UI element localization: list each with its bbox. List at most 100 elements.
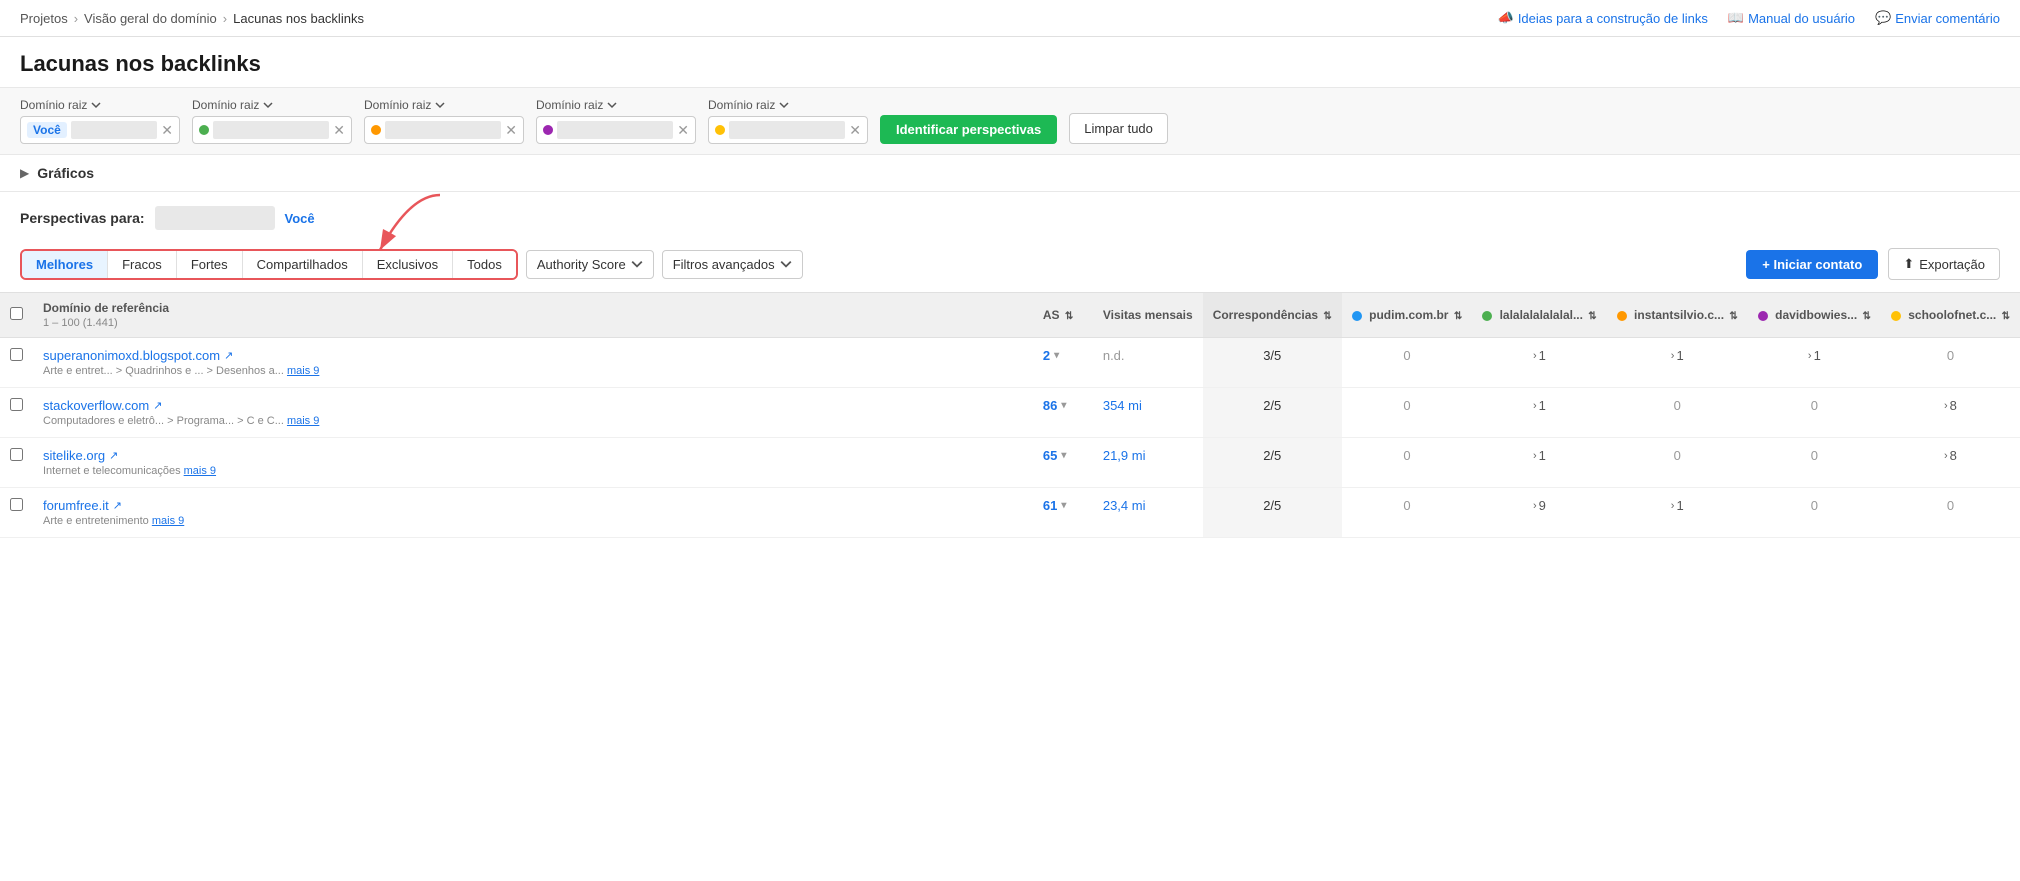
mais-link-2[interactable]: mais 9 (184, 465, 216, 477)
tab-compartilhados[interactable]: Compartilhados (243, 251, 363, 278)
sort-icon-davidbowies: ⇅ (1863, 311, 1871, 322)
mais-link-1[interactable]: mais 9 (287, 415, 319, 427)
domain-text-1[interactable] (71, 121, 157, 139)
table-row: stackoverflow.com ↗ Computadores e eletr… (0, 388, 2020, 438)
pudim-val-0: 0 (1403, 348, 1410, 363)
domain-clear-1[interactable]: ✕ (161, 123, 173, 137)
domain-label-4[interactable]: Domínio raiz (536, 98, 696, 112)
as-arrow-0: ▾ (1054, 350, 1059, 361)
authority-score-dropdown[interactable]: Authority Score (526, 250, 654, 279)
exportacao-button[interactable]: ⬆ Exportação (1888, 248, 2000, 280)
pudim-val-3: 0 (1403, 498, 1410, 513)
domain-group-4: Domínio raiz ✕ (536, 98, 696, 144)
row-checkbox-0[interactable] (10, 348, 23, 361)
tab-melhores[interactable]: Melhores (22, 251, 108, 278)
comentario-link[interactable]: 💬 Enviar comentário (1875, 10, 2000, 26)
breadcrumb-visao-geral[interactable]: Visão geral do domínio (84, 11, 217, 26)
mais-link-0[interactable]: mais 9 (287, 365, 319, 377)
domain-label-1[interactable]: Domínio raiz (20, 98, 180, 112)
tab-fracos[interactable]: Fracos (108, 251, 177, 278)
sort-icon-as: ⇅ (1065, 311, 1073, 322)
dot-green (199, 125, 209, 135)
th-pudim[interactable]: pudim.com.br ⇅ (1342, 293, 1472, 338)
chevron-down-icon-4 (607, 100, 617, 110)
domain-row: Domínio raiz Você ✕ Domínio raiz ✕ Domín… (0, 87, 2020, 155)
schoolofnet-val-0: 0 (1947, 348, 1954, 363)
dot-orange (371, 125, 381, 135)
tab-exclusivos[interactable]: Exclusivos (363, 251, 453, 278)
corr-value-3: 2/5 (1263, 498, 1281, 513)
perspectivas-domain (155, 206, 275, 230)
th-instantsilvio[interactable]: instantsilvio.c... ⇅ (1607, 293, 1748, 338)
domain-link-0[interactable]: superanonimoxd.blogspot.com ↗ (43, 348, 1023, 363)
mais-link-3[interactable]: mais 9 (152, 515, 184, 527)
identify-button[interactable]: Identificar perspectivas (880, 115, 1057, 144)
schoolofnet-val-1: › 8 (1891, 398, 2010, 413)
domain-text-4[interactable] (557, 121, 673, 139)
domain-label-3[interactable]: Domínio raiz (364, 98, 524, 112)
clear-all-button[interactable]: Limpar tudo (1069, 113, 1168, 144)
domain-input-wrap-3: ✕ (364, 116, 524, 144)
th-visits[interactable]: Visitas mensais (1093, 293, 1203, 338)
domain-label-2[interactable]: Domínio raiz (192, 98, 352, 112)
table-body: superanonimoxd.blogspot.com ↗ Arte e ent… (0, 338, 2020, 538)
domain-link-3[interactable]: forumfree.it ↗ (43, 498, 1023, 513)
domain-clear-3[interactable]: ✕ (505, 123, 517, 137)
sort-icon-instantsilvio: ⇅ (1729, 311, 1737, 322)
table-row: forumfree.it ↗ Arte e entretenimento mai… (0, 488, 2020, 538)
domain-cat-2: Internet e telecomunicações mais 9 (43, 465, 1023, 477)
graficos-label: Gráficos (37, 165, 94, 181)
sort-icon-schoolofnet: ⇅ (2002, 311, 2010, 322)
domain-clear-2[interactable]: ✕ (333, 123, 345, 137)
th-davidbowies[interactable]: davidbowies... ⇅ (1748, 293, 1881, 338)
tab-todos[interactable]: Todos (453, 251, 516, 278)
domain-clear-5[interactable]: ✕ (849, 123, 861, 137)
chevron-down-icon-as (631, 258, 643, 270)
th-as[interactable]: AS ⇅ (1033, 293, 1093, 338)
domain-link-1[interactable]: stackoverflow.com ↗ (43, 398, 1023, 413)
th-correspondencias[interactable]: Correspondências ⇅ (1203, 293, 1342, 338)
tab-group: Melhores Fracos Fortes Compartilhados Ex… (20, 249, 518, 280)
pudim-val-1: 0 (1403, 398, 1410, 413)
davidbowies-val-3: 0 (1811, 498, 1818, 513)
page-title: Lacunas nos backlinks (20, 51, 2000, 77)
graficos-arrow: ▶ (20, 166, 29, 180)
domain-input-wrap-1: Você ✕ (20, 116, 180, 144)
top-nav: Projetos › Visão geral do domínio › Lacu… (0, 0, 2020, 37)
comment-icon: 💬 (1875, 10, 1891, 26)
th-schoolofnet[interactable]: schoolofnet.c... ⇅ (1881, 293, 2020, 338)
domain-group-5: Domínio raiz ✕ (708, 98, 868, 144)
filter-left: Melhores Fracos Fortes Compartilhados Ex… (20, 249, 803, 280)
row-checkbox-1[interactable] (10, 398, 23, 411)
schoolofnet-val-2: › 8 (1891, 448, 2010, 463)
row-checkbox-2[interactable] (10, 448, 23, 461)
tab-fortes[interactable]: Fortes (177, 251, 243, 278)
filter-right: + Iniciar contato ⬆ Exportação (1746, 248, 2000, 280)
domain-link-2[interactable]: sitelike.org ↗ (43, 448, 1023, 463)
breadcrumb: Projetos › Visão geral do domínio › Lacu… (20, 11, 364, 26)
sort-icon-lalalala: ⇅ (1588, 311, 1596, 322)
top-actions: 📣 Ideias para a construção de links 📖 Ma… (1498, 10, 2000, 26)
domain-text-5[interactable] (729, 121, 845, 139)
manual-link[interactable]: 📖 Manual do usuário (1728, 10, 1855, 26)
ideias-link[interactable]: 📣 Ideias para a construção de links (1498, 10, 1708, 26)
graficos-bar[interactable]: ▶ Gráficos (0, 155, 2020, 192)
external-link-icon-1: ↗ (153, 399, 162, 412)
filtros-avancados-dropdown[interactable]: Filtros avançados (662, 250, 803, 279)
domain-text-2[interactable] (213, 121, 329, 139)
table-wrap: Domínio de referência 1 – 100 (1.441) AS… (0, 292, 2020, 538)
page-title-section: Lacunas nos backlinks (0, 37, 2020, 87)
breadcrumb-projetos[interactable]: Projetos (20, 11, 68, 26)
table-row: superanonimoxd.blogspot.com ↗ Arte e ent… (0, 338, 2020, 388)
domain-text-3[interactable] (385, 121, 501, 139)
lalalala-val-1: › 1 (1482, 398, 1596, 413)
th-lalalala[interactable]: lalalalalalalal... ⇅ (1472, 293, 1606, 338)
row-checkbox-3[interactable] (10, 498, 23, 511)
domain-label-5[interactable]: Domínio raiz (708, 98, 868, 112)
domain-clear-4[interactable]: ✕ (677, 123, 689, 137)
perspectivas-row: Perspectivas para: Você (0, 192, 2020, 240)
iniciar-contato-button[interactable]: + Iniciar contato (1746, 250, 1878, 279)
domain-cat-0: Arte e entret... > Quadrinhos e ... > De… (43, 365, 1023, 377)
perspectivas-label: Perspectivas para: (20, 210, 145, 226)
select-all-checkbox[interactable] (10, 307, 23, 320)
